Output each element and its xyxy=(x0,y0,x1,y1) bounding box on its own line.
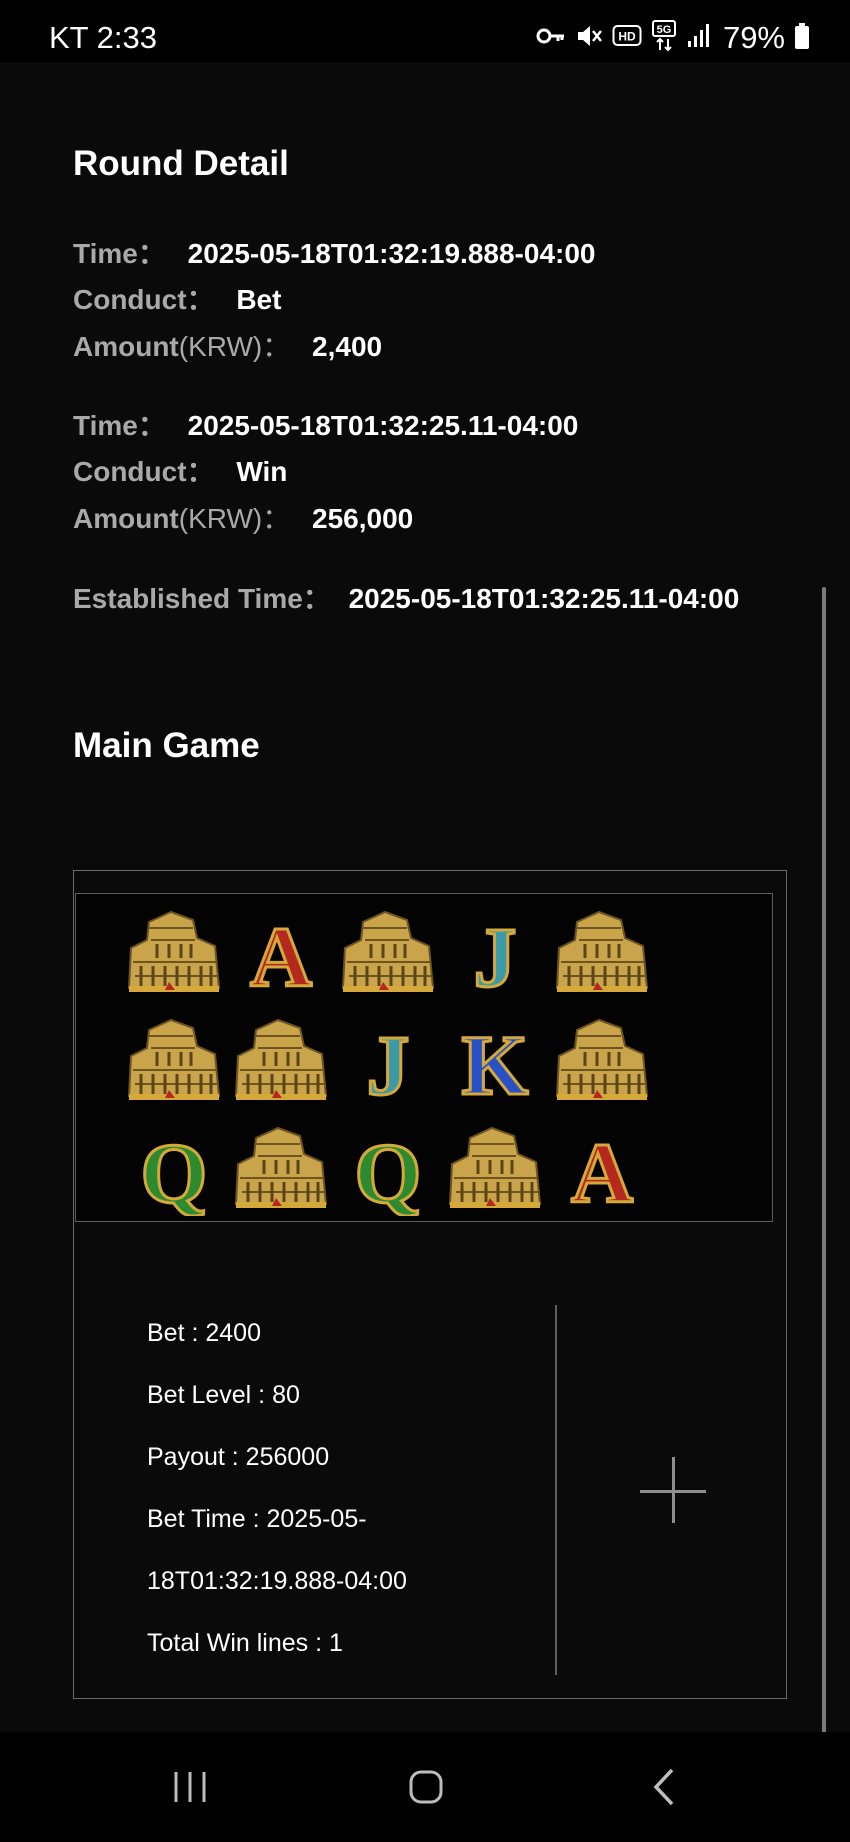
symbol-q-icon: Q xyxy=(333,1116,443,1217)
recent-apps-icon xyxy=(174,1772,206,1802)
key-icon xyxy=(536,26,566,51)
colosseum-symbol-icon xyxy=(440,1116,550,1216)
time-label: Time： xyxy=(73,238,166,269)
symbol-j-icon: J xyxy=(333,1008,443,1109)
symbol-k-icon: K xyxy=(440,1008,550,1109)
time-value: 2025-05-18T01:32:19.888-04:00 xyxy=(187,238,596,269)
svg-text:HD: HD xyxy=(618,29,636,43)
colosseum-symbol-icon xyxy=(226,1008,336,1108)
entry-1-conduct-row: Conduct： Bet xyxy=(73,278,281,318)
conduct-value: Win xyxy=(236,456,288,487)
conduct-label: Conduct： xyxy=(73,456,215,487)
round-detail-page: Round Detail Time： 2025-05-18T01:32:19.8… xyxy=(0,62,850,1767)
signal-icon xyxy=(686,23,712,54)
reel-grid: AJJKQQA xyxy=(75,893,773,1222)
status-time: KT 2:33 xyxy=(49,20,158,55)
amount-label: Amount(KRW)： xyxy=(73,503,291,534)
svg-text:5G: 5G xyxy=(657,24,672,36)
status-icons: HD 5G 79% xyxy=(536,19,810,57)
entry-2-amount-row: Amount(KRW)： 256,000 xyxy=(73,497,413,537)
payout-info: Payout : 256000 xyxy=(147,1443,330,1471)
conduct-label: Conduct： xyxy=(73,284,215,315)
bet-time-info: Bet Time : 2025-05- xyxy=(147,1505,367,1533)
colosseum-symbol-icon xyxy=(547,900,657,1000)
colosseum-symbol-icon xyxy=(333,900,443,1000)
colosseum-symbol-icon xyxy=(119,900,229,1000)
time-label: Time： xyxy=(73,410,166,441)
hd-icon: HD xyxy=(612,23,642,54)
scrollbar[interactable] xyxy=(822,587,826,1767)
panel-divider xyxy=(555,1305,557,1675)
home-button[interactable] xyxy=(396,1762,456,1812)
colosseum-symbol-icon xyxy=(119,1008,229,1108)
colosseum-symbol-icon xyxy=(547,1008,657,1108)
back-icon xyxy=(653,1768,674,1806)
svg-text:J: J xyxy=(474,909,517,1000)
symbol-q-icon: Q xyxy=(119,1116,229,1217)
svg-text:A: A xyxy=(250,909,312,1000)
svg-text:J: J xyxy=(367,1017,410,1108)
svg-text:Q: Q xyxy=(355,1125,422,1216)
colosseum-symbol-icon xyxy=(226,1116,336,1216)
expand-plus-button[interactable] xyxy=(640,1456,710,1526)
battery-icon xyxy=(794,22,810,55)
symbol-a-icon: A xyxy=(226,900,336,1001)
recent-apps-button[interactable] xyxy=(160,1762,220,1812)
bet-time-info-cont: 18T01:32:19.888-04:00 xyxy=(147,1567,407,1595)
5g-icon: 5G xyxy=(651,19,677,57)
back-button[interactable] xyxy=(636,1762,696,1812)
symbol-a-icon: A xyxy=(547,1116,657,1217)
amount-label: Amount(KRW)： xyxy=(73,331,291,362)
amount-value: 256,000 xyxy=(312,503,414,534)
main-game-title: Main Game xyxy=(73,726,260,765)
navigation-bar xyxy=(0,1732,850,1842)
bet-level-info: Bet Level : 80 xyxy=(147,1381,300,1409)
total-win-lines-info: Total Win lines : 1 xyxy=(147,1629,343,1657)
amount-value: 2,400 xyxy=(312,331,383,362)
status-bar: KT 2:33 HD 5G 79% xyxy=(0,0,850,62)
svg-text:Q: Q xyxy=(141,1125,208,1216)
bet-info: Bet : 2400 xyxy=(147,1319,261,1347)
established-time-label: Established Time： xyxy=(73,583,331,614)
mute-icon xyxy=(575,22,603,55)
entry-1-time-row: Time： 2025-05-18T01:32:19.888-04:00 xyxy=(73,232,596,272)
time-value: 2025-05-18T01:32:25.11-04:00 xyxy=(187,410,579,441)
battery-percent: 79% xyxy=(722,20,785,55)
conduct-value: Bet xyxy=(236,284,282,315)
established-time-row: Established Time： 2025-05-18T01:32:25.11… xyxy=(73,577,739,617)
svg-text:A: A xyxy=(571,1125,633,1216)
entry-2-time-row: Time： 2025-05-18T01:32:25.11-04:00 xyxy=(73,404,578,444)
home-icon xyxy=(409,1770,443,1804)
entry-1-amount-row: Amount(KRW)： 2,400 xyxy=(73,325,382,365)
entry-2-conduct-row: Conduct： Win xyxy=(73,450,287,490)
svg-text:K: K xyxy=(462,1017,529,1108)
symbol-j-icon: J xyxy=(440,900,550,1001)
main-game-panel: AJJKQQA Bet : 2400 Bet Level : 80 Payout… xyxy=(73,870,787,1699)
established-time-value: 2025-05-18T01:32:25.11-04:00 xyxy=(348,583,740,614)
round-detail-title: Round Detail xyxy=(73,144,289,183)
